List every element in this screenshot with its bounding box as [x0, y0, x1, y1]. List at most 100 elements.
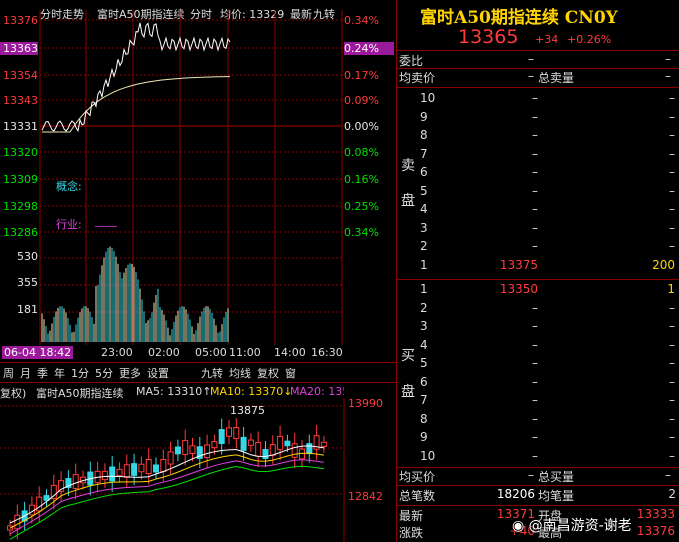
- quote-price: 13365: [458, 26, 519, 48]
- time-label-2300: 23:00: [101, 346, 133, 359]
- change-label: 涨跌: [399, 526, 424, 540]
- candle-body: [277, 435, 284, 451]
- time-label-1400: 14:00: [274, 346, 306, 359]
- level-volume: –: [669, 393, 675, 407]
- buy-side-label-2: 盘: [401, 384, 415, 400]
- level-volume: –: [669, 165, 675, 179]
- fq-button[interactable]: 复权: [254, 365, 282, 381]
- level-volume: –: [669, 202, 675, 216]
- candle-body: [255, 441, 262, 457]
- candle-body: [233, 427, 240, 440]
- panel-divider: [396, 0, 397, 542]
- price-tick: 13320: [3, 146, 38, 159]
- level-volume: –: [669, 146, 675, 161]
- level-number: 4: [420, 202, 428, 216]
- price-tick: 13343: [3, 94, 38, 107]
- level-number: 9: [420, 430, 428, 444]
- candle-body: [240, 436, 247, 451]
- industry-label: 行业:: [56, 218, 82, 231]
- percent-tick: 0.34%: [344, 14, 379, 27]
- watermark: ◉ @南昌游资-谢老: [512, 515, 632, 535]
- tab-5min[interactable]: 5分: [92, 365, 116, 381]
- candle-body: [262, 448, 269, 460]
- level-volume: 1: [667, 282, 675, 296]
- candle-body: [14, 514, 21, 530]
- tab-1min[interactable]: 1分: [68, 365, 92, 381]
- candle-body: [131, 463, 138, 476]
- percent-tick: 0.08%: [344, 146, 379, 159]
- volume-tick: 181: [17, 303, 38, 316]
- candle-body: [306, 443, 313, 455]
- level-price: –: [532, 430, 538, 444]
- level-price: –: [532, 183, 538, 198]
- total-buy-value: –: [665, 468, 671, 482]
- price-tick: 13331: [3, 120, 38, 133]
- level-volume: –: [669, 374, 675, 389]
- candle-body: [116, 468, 123, 477]
- price-tick: 13298: [3, 200, 38, 213]
- tab-quarter[interactable]: 季: [34, 365, 51, 381]
- volume-bars: [41, 246, 229, 342]
- level-number: 5: [420, 183, 428, 198]
- time-label-0500: 05:00: [195, 346, 227, 359]
- level-volume: –: [669, 337, 675, 352]
- percent-tick: 0.34%: [344, 226, 379, 239]
- volume-tick: 530: [17, 250, 38, 263]
- level-number: 2: [420, 300, 428, 315]
- ma10-label: MA10: 13370↓: [210, 385, 293, 398]
- window-button[interactable]: 窗: [282, 365, 299, 381]
- level-price: 13375: [499, 257, 538, 272]
- level-price: –: [532, 109, 538, 124]
- percent-tick: 0.17%: [344, 69, 379, 82]
- level-price: –: [532, 91, 538, 105]
- kline-high-mark: 13875: [230, 404, 265, 417]
- divider: [397, 50, 679, 51]
- price-tick: 13363: [0, 42, 38, 55]
- divider: [397, 505, 679, 506]
- ma-button[interactable]: 均线: [226, 365, 254, 381]
- tab-year[interactable]: 年: [51, 365, 68, 381]
- tab-week[interactable]: 周: [0, 365, 17, 381]
- ma20-line: [9, 459, 324, 535]
- level-price: –: [532, 165, 538, 179]
- level-price: –: [532, 393, 538, 407]
- open-value: 13333: [636, 507, 675, 521]
- level-number: 5: [420, 356, 428, 370]
- level-number: 8: [420, 411, 428, 426]
- divider: [397, 279, 679, 280]
- ma5-label: MA5: 13310↑: [136, 385, 212, 398]
- level-volume: –: [669, 239, 675, 253]
- divider: [397, 87, 679, 88]
- candle-body: [123, 464, 130, 478]
- weibo-icon: ◉: [512, 518, 525, 534]
- percent-tick: 0.24%: [344, 42, 394, 55]
- ma5-line: [9, 445, 324, 524]
- sell-side-label-2: 盘: [401, 193, 415, 209]
- avg-buy-value: –: [528, 468, 534, 482]
- candle-body: [72, 474, 79, 489]
- latest-price-label: 最新: [399, 509, 424, 523]
- level-number: 3: [420, 220, 428, 235]
- tab-month[interactable]: 月: [17, 365, 34, 381]
- level-number: 7: [420, 393, 428, 407]
- kline-price-bottom: 12842: [348, 490, 383, 503]
- nine-turn-button[interactable]: 九转: [198, 365, 226, 381]
- candle-body: [167, 451, 174, 465]
- level-number: 9: [420, 109, 428, 124]
- more-button[interactable]: 更多: [116, 365, 144, 381]
- level-price: –: [532, 374, 538, 389]
- percent-tick: 0.25%: [344, 200, 379, 213]
- candle-body: [138, 463, 145, 473]
- sell-side-label-1: 卖: [401, 158, 415, 174]
- avg-trade-value: 2: [668, 487, 676, 501]
- candle-body: [320, 441, 327, 447]
- watermark-text: @南昌游资-谢老: [528, 518, 632, 534]
- candle-body: [101, 470, 108, 481]
- avg-sell-label: 均卖价: [399, 71, 436, 85]
- price-tick: 13286: [3, 226, 38, 239]
- avg-sell-value: –: [528, 69, 534, 83]
- candlesticks: [7, 417, 327, 540]
- candle-body: [153, 464, 159, 473]
- level-number: 1: [420, 282, 428, 296]
- settings-button[interactable]: 设置: [144, 365, 172, 381]
